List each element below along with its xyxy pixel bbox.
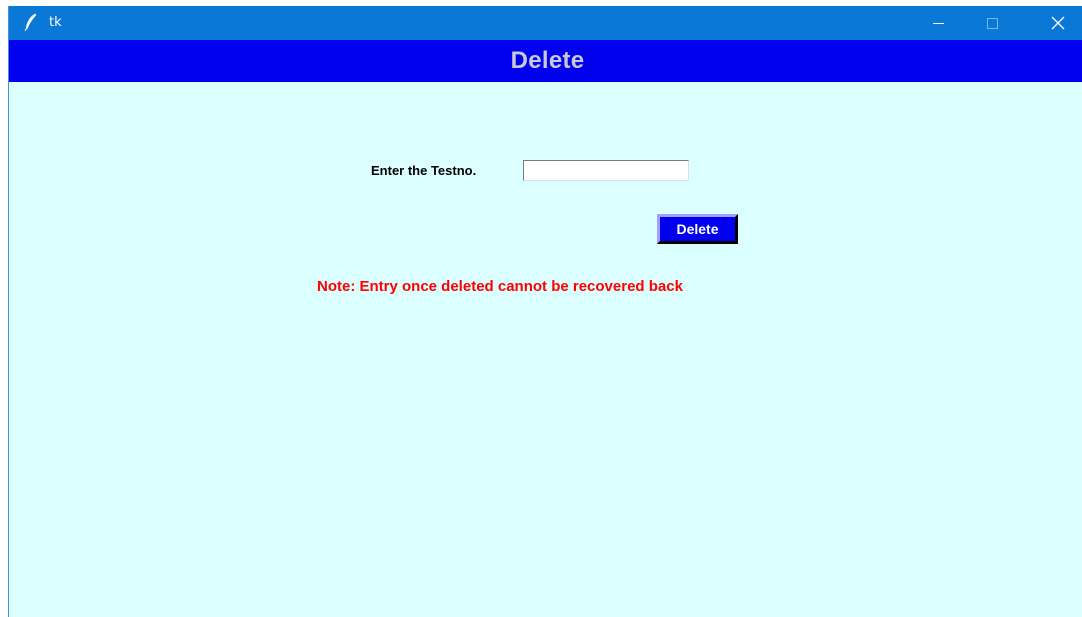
warning-note: Note: Entry once deleted cannot be recov… [317, 278, 683, 295]
close-icon [1051, 16, 1065, 30]
maximize-icon [986, 17, 998, 29]
header-bar: Delete [9, 40, 1082, 82]
maximize-button[interactable] [969, 6, 1015, 40]
window-title: tk [49, 15, 62, 30]
delete-button[interactable]: Delete [657, 214, 738, 244]
minimize-icon [932, 22, 944, 24]
testno-label: Enter the Testno. [371, 163, 477, 178]
page-title: Delete [510, 47, 585, 74]
app-window: tk Delete Enter the Testno. Delete Note:… [8, 6, 1082, 617]
tk-feather-icon [24, 13, 37, 31]
testno-input[interactable] [523, 160, 689, 181]
close-button[interactable] [1035, 6, 1081, 40]
title-bar[interactable]: tk [9, 6, 1082, 40]
minimize-button[interactable] [915, 6, 961, 40]
